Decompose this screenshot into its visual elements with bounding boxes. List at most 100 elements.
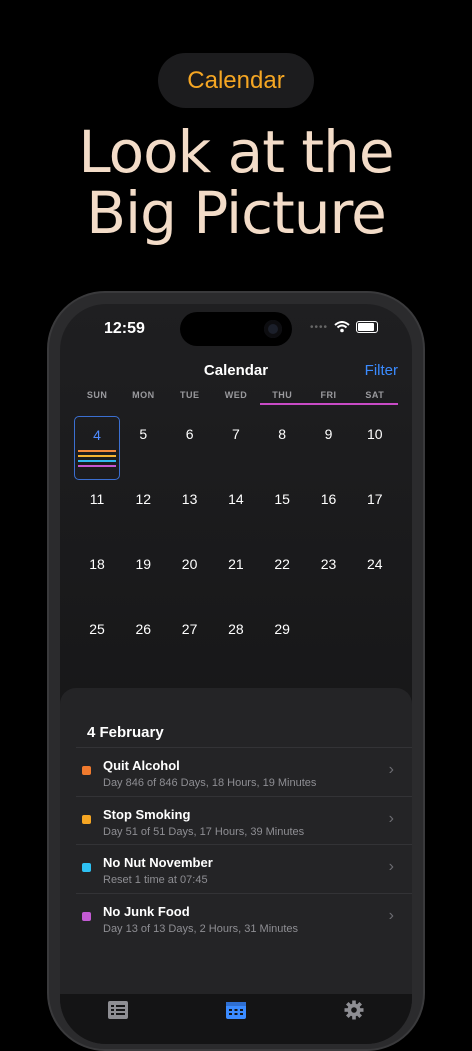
habit-marker-bar xyxy=(78,455,116,457)
habit-title: No Nut November xyxy=(103,855,213,870)
battery-icon xyxy=(356,321,378,333)
calendar-day[interactable]: 8 xyxy=(259,416,305,480)
list-icon[interactable] xyxy=(107,1000,129,1020)
calendar-day[interactable]: 24 xyxy=(352,546,398,610)
calendar-day-today[interactable]: 4 xyxy=(74,416,120,480)
calendar-day[interactable]: 17 xyxy=(352,481,398,545)
habit-marker-bar xyxy=(78,465,116,467)
day-number: 18 xyxy=(89,556,105,572)
habit-row[interactable]: Stop Smoking Day 51 of 51 Days, 17 Hours,… xyxy=(76,795,412,845)
calendar-day[interactable]: 12 xyxy=(120,481,166,545)
calendar-day[interactable]: 10 xyxy=(352,416,398,480)
calendar-day[interactable]: 18 xyxy=(74,546,120,610)
habit-title: No Junk Food xyxy=(103,903,190,919)
habit-subtitle: Day 13 of 13 Days, 2 Hours, 31 Minutes xyxy=(103,922,299,935)
day-number: 24 xyxy=(367,556,383,572)
status-icons: •••• xyxy=(310,321,378,333)
chevron-right-icon: › xyxy=(388,906,394,924)
weekday-label: SAT xyxy=(365,390,385,400)
day-number: 16 xyxy=(320,491,337,507)
day-detail-sheet: 4 February Quit Alcohol Day 846 of 846 Da… xyxy=(60,688,412,1044)
calendar-day[interactable]: 26 xyxy=(120,611,166,675)
calendar-day[interactable]: 7 xyxy=(213,416,259,480)
day-number: 28 xyxy=(228,621,244,637)
filter-button[interactable]: Filter xyxy=(365,362,398,379)
headline-line-2: Big Picture xyxy=(86,179,387,247)
day-number: 13 xyxy=(181,491,198,507)
day-number: 14 xyxy=(228,491,244,507)
day-number: 22 xyxy=(274,556,290,572)
day-number: 10 xyxy=(367,426,383,442)
day-number: 19 xyxy=(135,556,152,572)
habit-color-dot xyxy=(82,863,91,872)
habit-title: Stop Smoking xyxy=(103,806,191,822)
habit-title: Quit Alcohol xyxy=(103,758,180,773)
habit-markers xyxy=(78,450,116,470)
day-number: 15 xyxy=(274,491,290,507)
day-number: 26 xyxy=(135,621,152,637)
day-number: 17 xyxy=(367,491,383,507)
dynamic-island xyxy=(180,312,292,346)
calendar-day[interactable]: 22 xyxy=(259,546,305,610)
signal-dots: •••• xyxy=(309,321,328,333)
weekday-label: THU xyxy=(272,390,293,400)
calendar-icon[interactable] xyxy=(225,1000,247,1020)
weekday-header: SUN MON TUE WED THU FRI SAT xyxy=(74,390,398,400)
calendar-day[interactable]: 29 xyxy=(259,611,305,675)
calendar-day[interactable]: 25 xyxy=(74,611,120,675)
tab-bar xyxy=(60,994,412,1044)
habit-subtitle: Day 846 of 846 Days, 18 Hours, 19 Minute… xyxy=(103,777,317,789)
calendar-day[interactable]: 23 xyxy=(306,546,352,610)
calendar-day[interactable]: 16 xyxy=(306,481,352,545)
selected-date: 4 February xyxy=(87,724,164,741)
day-number: 6 xyxy=(185,426,194,442)
habit-subtitle: Day 51 of 51 Days, 17 Hours, 39 Minutes xyxy=(103,825,305,838)
weekday-label: TUE xyxy=(179,390,200,400)
calendar-day[interactable]: 11 xyxy=(74,481,120,545)
calendar-day[interactable]: 19 xyxy=(120,546,166,610)
day-number: 9 xyxy=(324,426,333,442)
day-number: 21 xyxy=(228,556,244,572)
habit-row[interactable]: No Nut November Reset 1 time at 07:45 › xyxy=(76,844,412,893)
day-number: 7 xyxy=(231,426,240,442)
chevron-right-icon: › xyxy=(388,809,394,827)
day-number: 5 xyxy=(139,426,148,442)
day-number: 20 xyxy=(181,556,198,572)
headline-line-1: Look at the xyxy=(78,118,394,186)
calendar-day[interactable]: 15 xyxy=(259,481,305,545)
calendar-day[interactable]: 9 xyxy=(306,416,352,480)
calendar-day[interactable]: 6 xyxy=(167,416,213,480)
wifi-icon xyxy=(334,321,350,333)
chevron-right-icon: › xyxy=(388,761,394,778)
day-number: 4 xyxy=(93,427,101,443)
weekday-label: SUN xyxy=(86,390,108,400)
status-time: 12:59 xyxy=(104,320,145,337)
habit-marker-bar xyxy=(78,460,116,462)
calendar-day[interactable]: 27 xyxy=(167,611,213,675)
calendar-day[interactable]: 28 xyxy=(213,611,259,675)
habit-color-dot xyxy=(82,814,91,824)
day-number: 12 xyxy=(135,491,152,507)
gear-icon[interactable] xyxy=(343,1000,365,1020)
weekday-label: WED xyxy=(224,390,248,400)
chevron-right-icon: › xyxy=(388,858,394,875)
habit-subtitle: Reset 1 time at 07:45 xyxy=(103,874,208,886)
calendar-day[interactable]: 14 xyxy=(213,481,259,545)
habit-color-dot xyxy=(82,911,91,921)
calendar-day[interactable]: 5 xyxy=(120,416,166,480)
day-number: 25 xyxy=(89,621,105,637)
day-number: 29 xyxy=(274,621,290,637)
day-number: 8 xyxy=(278,426,287,442)
habit-row[interactable]: No Junk Food Day 13 of 13 Days, 2 Hours, … xyxy=(76,892,412,942)
calendar-day[interactable]: 20 xyxy=(167,546,213,610)
weekend-indicator-line xyxy=(260,403,398,405)
habit-marker-bar xyxy=(78,450,116,452)
camera-icon xyxy=(264,320,282,338)
habit-row[interactable]: Quit Alcohol Day 846 of 846 Days, 18 Hour… xyxy=(76,747,412,796)
calendar-day[interactable]: 13 xyxy=(167,481,213,545)
calendar-day[interactable]: 21 xyxy=(213,546,259,610)
phone-screen: 12:59 •••• Calendar Filter SUN MON TUE WED T… xyxy=(60,304,412,1044)
day-number: 11 xyxy=(89,491,105,507)
weekday-label: FRI xyxy=(320,390,337,400)
day-number: 27 xyxy=(181,621,198,637)
